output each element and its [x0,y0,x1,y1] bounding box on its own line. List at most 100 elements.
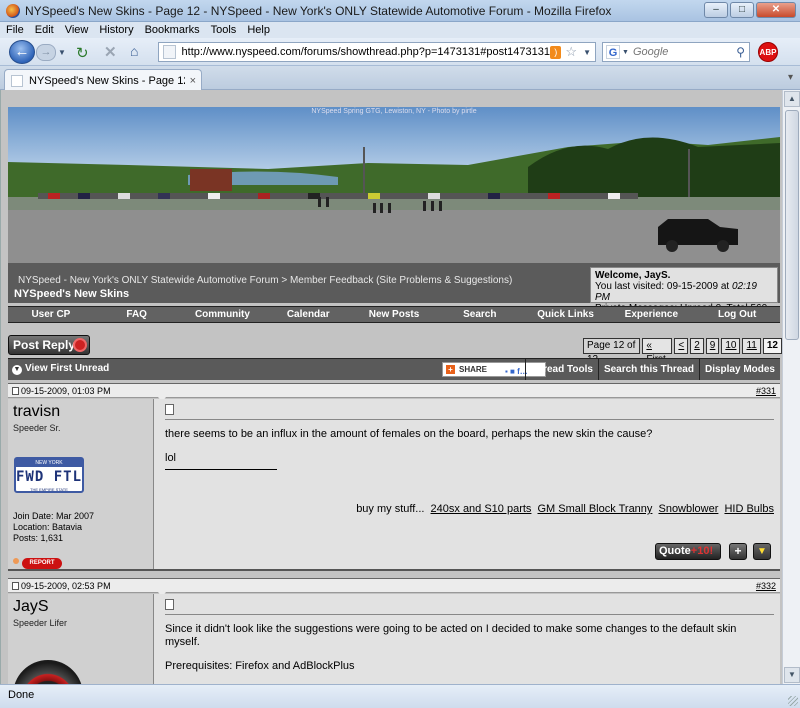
signature-link-snowblower[interactable]: Snowblower [658,503,718,515]
page-link-9[interactable]: 9 [705,338,720,354]
tab-list-icon[interactable]: ▾ [788,72,796,83]
plate-slogan: THE EMPIRE STATE [30,487,68,492]
url-dropdown-icon[interactable]: ▼ [583,48,591,57]
signature-link-hid-bulbs[interactable]: HID Bulbs [724,503,774,515]
nav-experience[interactable]: Experience [608,307,694,322]
post-number-link[interactable]: #332 [756,579,776,593]
report-button[interactable]: REPORT [13,555,67,569]
google-engine-icon[interactable]: G [606,45,620,59]
menu-view[interactable]: View [65,24,89,36]
user-meta: Join Date: Mar 2007 Location: Batavia Po… [13,511,94,544]
post-doc-icon [12,387,19,395]
vertical-scrollbar[interactable]: ▲ ▼ [782,90,800,684]
forward-arrow-icon[interactable]: → [36,44,56,61]
nav-faq[interactable]: FAQ [94,307,180,322]
post-number-link[interactable]: #331 [756,384,776,398]
address-url[interactable]: http://www.nyspeed.com/forums/showthread… [182,46,550,58]
scroll-down-icon[interactable]: ▼ [784,667,800,683]
signature-divider [165,469,277,470]
quote-suffix: +10! [690,545,714,557]
history-dropdown-icon[interactable]: ▼ [58,48,66,57]
search-input[interactable] [632,46,733,58]
close-button[interactable]: ✕ [756,2,796,18]
adblock-plus-icon[interactable]: ABP [758,42,778,62]
post-reply-button[interactable]: Post Reply [8,335,90,355]
post-reply-label: Post Reply [13,338,76,352]
menu-help[interactable]: Help [247,24,270,36]
more-options-icon[interactable]: ▼ [753,543,771,560]
page-link-2[interactable]: 2 [690,338,704,354]
home-icon[interactable]: ⌂ [130,43,138,59]
welcome-text[interactable]: Welcome, JayS. [595,270,670,281]
menu-history[interactable]: History [99,24,133,36]
post-date: 09-15-2009, 02:53 PM [12,579,111,593]
post-date: 09-15-2009, 01:03 PM [12,384,111,398]
bookmark-star-icon[interactable]: ☆ [565,44,577,60]
page-navigation: Page 12 of 12 « First < 2 9 10 11 12 [583,338,782,365]
message-pane: Since it didn't look like the suggestion… [159,594,780,684]
breadcrumb[interactable]: NYSpeed - New York's ONLY Statewide Auto… [18,275,512,286]
status-bar: Done [0,684,800,708]
back-arrow-icon[interactable]: ← [9,40,35,64]
search-bar[interactable]: G ▼ ⚲ [602,42,750,62]
reload-icon[interactable]: ↻ [76,44,89,62]
message-line: there seems to be an influx in the amoun… [165,428,653,440]
page-first-link[interactable]: « First [642,338,673,365]
signature-link-tranny[interactable]: GM Small Block Tranny [538,503,653,515]
license-plate-avatar: NEW YORK FWD FTL THE EMPIRE STATE [14,457,84,493]
menu-tools[interactable]: Tools [211,24,237,36]
rss-feed-icon[interactable]: ) [550,45,562,59]
scroll-up-icon[interactable]: ▲ [784,91,800,107]
tab-active[interactable]: NYSpeed's New Skins - Page 12 - ... × [4,69,202,91]
nav-community[interactable]: Community [180,307,266,322]
post-icon [165,404,174,415]
page-link-11[interactable]: 11 [742,338,761,354]
nav-search[interactable]: Search [437,307,523,322]
nav-log-out[interactable]: Log Out [694,307,780,322]
status-dot-icon [13,558,19,564]
maximize-button[interactable]: □ [730,2,754,18]
multi-quote-plus-icon[interactable]: + [729,543,747,560]
post: travisn Speeder Sr. NEW YORK FWD FTL THE… [8,399,780,571]
page-prev-link[interactable]: < [674,338,689,354]
stop-icon[interactable]: ✕ [104,43,117,61]
page-current: 12 [762,338,782,354]
welcome-box: Welcome, JayS. You last visited: 09-15-2… [590,267,778,314]
nav-new-posts[interactable]: New Posts [351,307,437,322]
menu-file[interactable]: File [6,24,24,36]
thread-tools-menu[interactable]: Thread Tools [524,359,598,380]
tab-strip: NYSpeed's New Skins - Page 12 - ... × ▾ [0,66,800,91]
post-date-text: 09-15-2009, 02:53 PM [21,581,111,591]
minimize-button[interactable]: – [704,2,728,18]
engine-dropdown-icon[interactable]: ▼ [622,49,629,56]
share-label: SHARE [459,365,488,374]
nav-user-cp[interactable]: User CP [8,307,94,322]
quote-button[interactable]: Quote+10! [655,543,721,560]
nav-quick-links[interactable]: Quick Links [523,307,609,322]
nav-calendar[interactable]: Calendar [265,307,351,322]
search-thread-menu[interactable]: Search this Thread [597,359,699,380]
page-content: NYSpeed Spring GTG, Lewiston, NY - Photo… [0,90,782,684]
scroll-thumb[interactable] [785,110,799,340]
resize-grip-icon[interactable] [788,696,798,706]
menu-edit[interactable]: Edit [35,24,54,36]
message-line: Since it didn't look like the suggestion… [165,623,737,648]
navigation-toolbar: ← → ▼ ↻ ✕ ⌂ http://www.nyspeed.com/forum… [0,38,800,66]
address-bar[interactable]: http://www.nyspeed.com/forums/showthread… [158,42,596,62]
thread-title: NYSpeed's New Skins [14,288,130,300]
view-first-unread-link[interactable]: ▼ View First Unread [12,363,109,375]
tab-close-icon[interactable]: × [190,75,196,87]
username-link[interactable]: JayS [13,598,148,616]
page-link-10[interactable]: 10 [721,338,741,354]
search-icon[interactable]: ⚲ [736,45,745,59]
message-pane: there seems to be an influx in the amoun… [159,399,780,569]
message-divider [165,419,774,420]
parking-lot-photo [8,107,780,263]
display-modes-menu[interactable]: Display Modes [698,359,780,380]
username-link[interactable]: travisn [13,403,148,421]
signature-link-240sx[interactable]: 240sx and S10 parts [431,503,532,515]
menu-bookmarks[interactable]: Bookmarks [145,24,200,36]
tab-label: NYSpeed's New Skins - Page 12 - ... [29,74,185,87]
tab-favicon-icon [11,74,23,87]
post-reply-ring-icon [73,338,87,352]
